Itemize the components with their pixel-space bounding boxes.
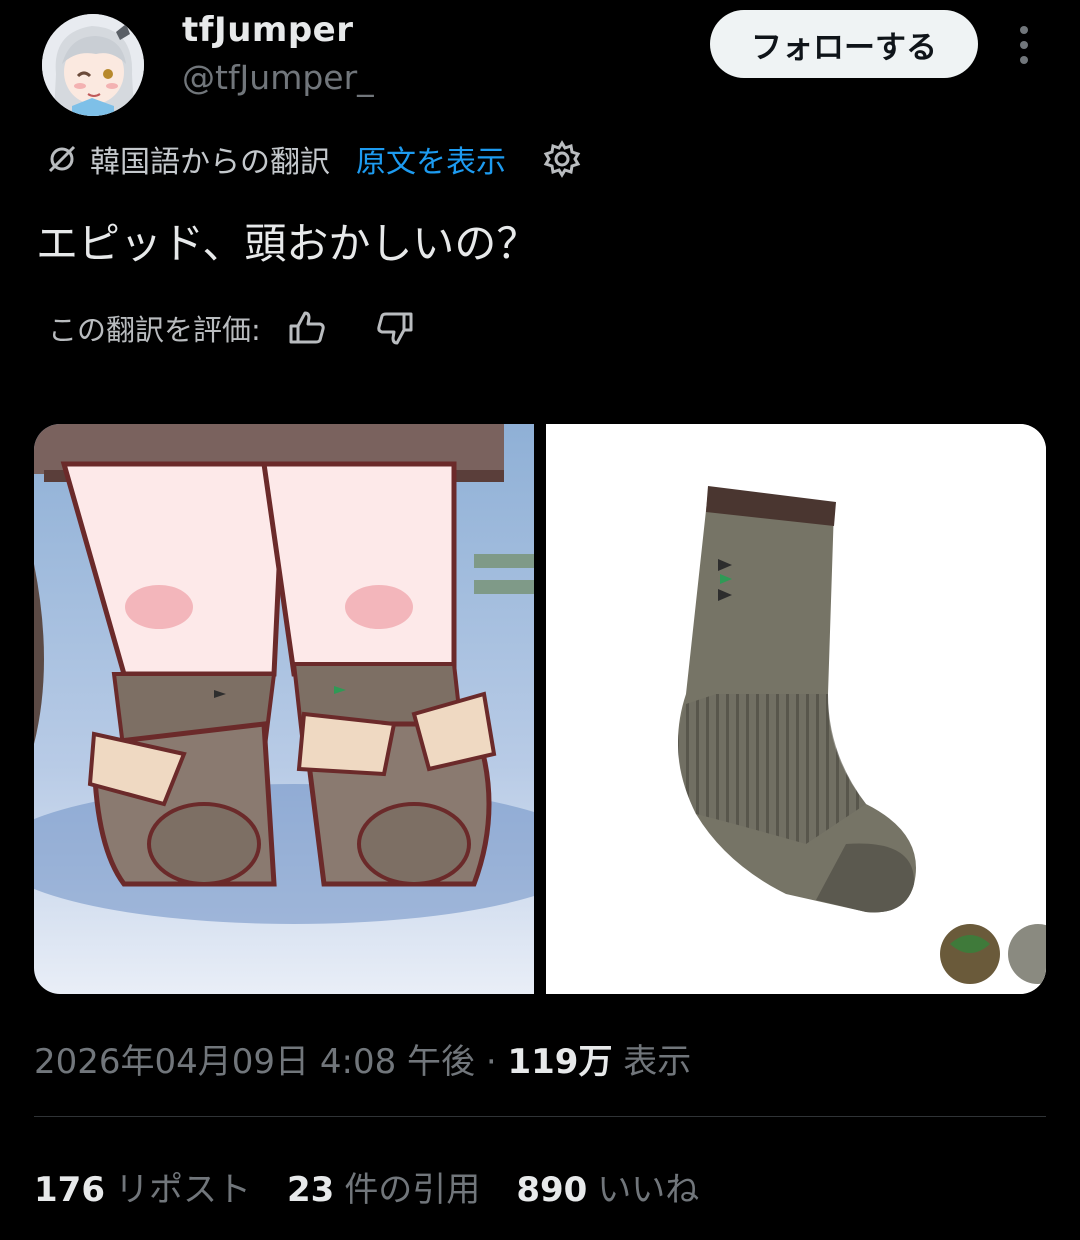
stat-count: 176 xyxy=(34,1170,105,1210)
follow-button[interactable]: フォローする xyxy=(710,10,978,78)
stat-label: いいね xyxy=(597,1170,700,1210)
thumbs-down-icon[interactable] xyxy=(375,308,415,348)
view-label: 表示 xyxy=(623,1042,692,1082)
stat-quotes[interactable]: 23 件の引用 xyxy=(287,1162,480,1211)
stat-label: 件の引用 xyxy=(344,1170,481,1210)
stat-count: 23 xyxy=(286,1170,335,1210)
stat-likes[interactable]: 890 いいね xyxy=(516,1162,699,1211)
media-image-sock[interactable] xyxy=(546,424,1046,994)
tweet-text: エピッド、頭おかしいの？ xyxy=(36,219,539,268)
tweet-timestamp[interactable]: 2026年04月09日 4:08 午後 xyxy=(34,1042,475,1082)
avatar[interactable] xyxy=(42,14,144,116)
media-grid xyxy=(34,424,1046,994)
gear-icon[interactable] xyxy=(542,139,582,179)
author-handle[interactable]: @tfJumper_ xyxy=(182,58,374,97)
avatar-image xyxy=(42,14,144,116)
more-icon[interactable] xyxy=(1004,22,1044,68)
stat-count: 890 xyxy=(516,1170,588,1210)
more-dot xyxy=(1020,41,1028,49)
author-display-name[interactable]: tfJumper xyxy=(182,10,354,50)
show-original-link[interactable]: 原文を表示 xyxy=(356,137,506,181)
translated-from-label: 韓国語からの翻訳 xyxy=(90,145,330,180)
divider xyxy=(34,1116,1046,1117)
stat-reposts[interactable]: 176 リポスト xyxy=(34,1162,251,1211)
tweet-meta: 2026年04月09日 4:08 午後 · 119万 表示 xyxy=(34,1034,691,1083)
more-dot xyxy=(1020,26,1028,34)
rate-prompt: この翻訳を評価: xyxy=(48,313,261,347)
translation-bar: 韓国語からの翻訳 原文を表示 xyxy=(46,136,582,182)
view-count: 119万 xyxy=(507,1042,613,1082)
rate-translation: この翻訳を評価: xyxy=(48,306,415,350)
thumbs-up-icon[interactable] xyxy=(287,308,327,348)
media-image-anime-boots[interactable] xyxy=(34,424,594,994)
engagement-stats: 176 リポスト 23 件の引用 890 いいね xyxy=(34,1162,735,1211)
stat-label: リポスト xyxy=(114,1170,251,1210)
meta-separator: · xyxy=(485,1042,497,1082)
translate-icon xyxy=(46,143,78,175)
more-dot xyxy=(1020,56,1028,64)
